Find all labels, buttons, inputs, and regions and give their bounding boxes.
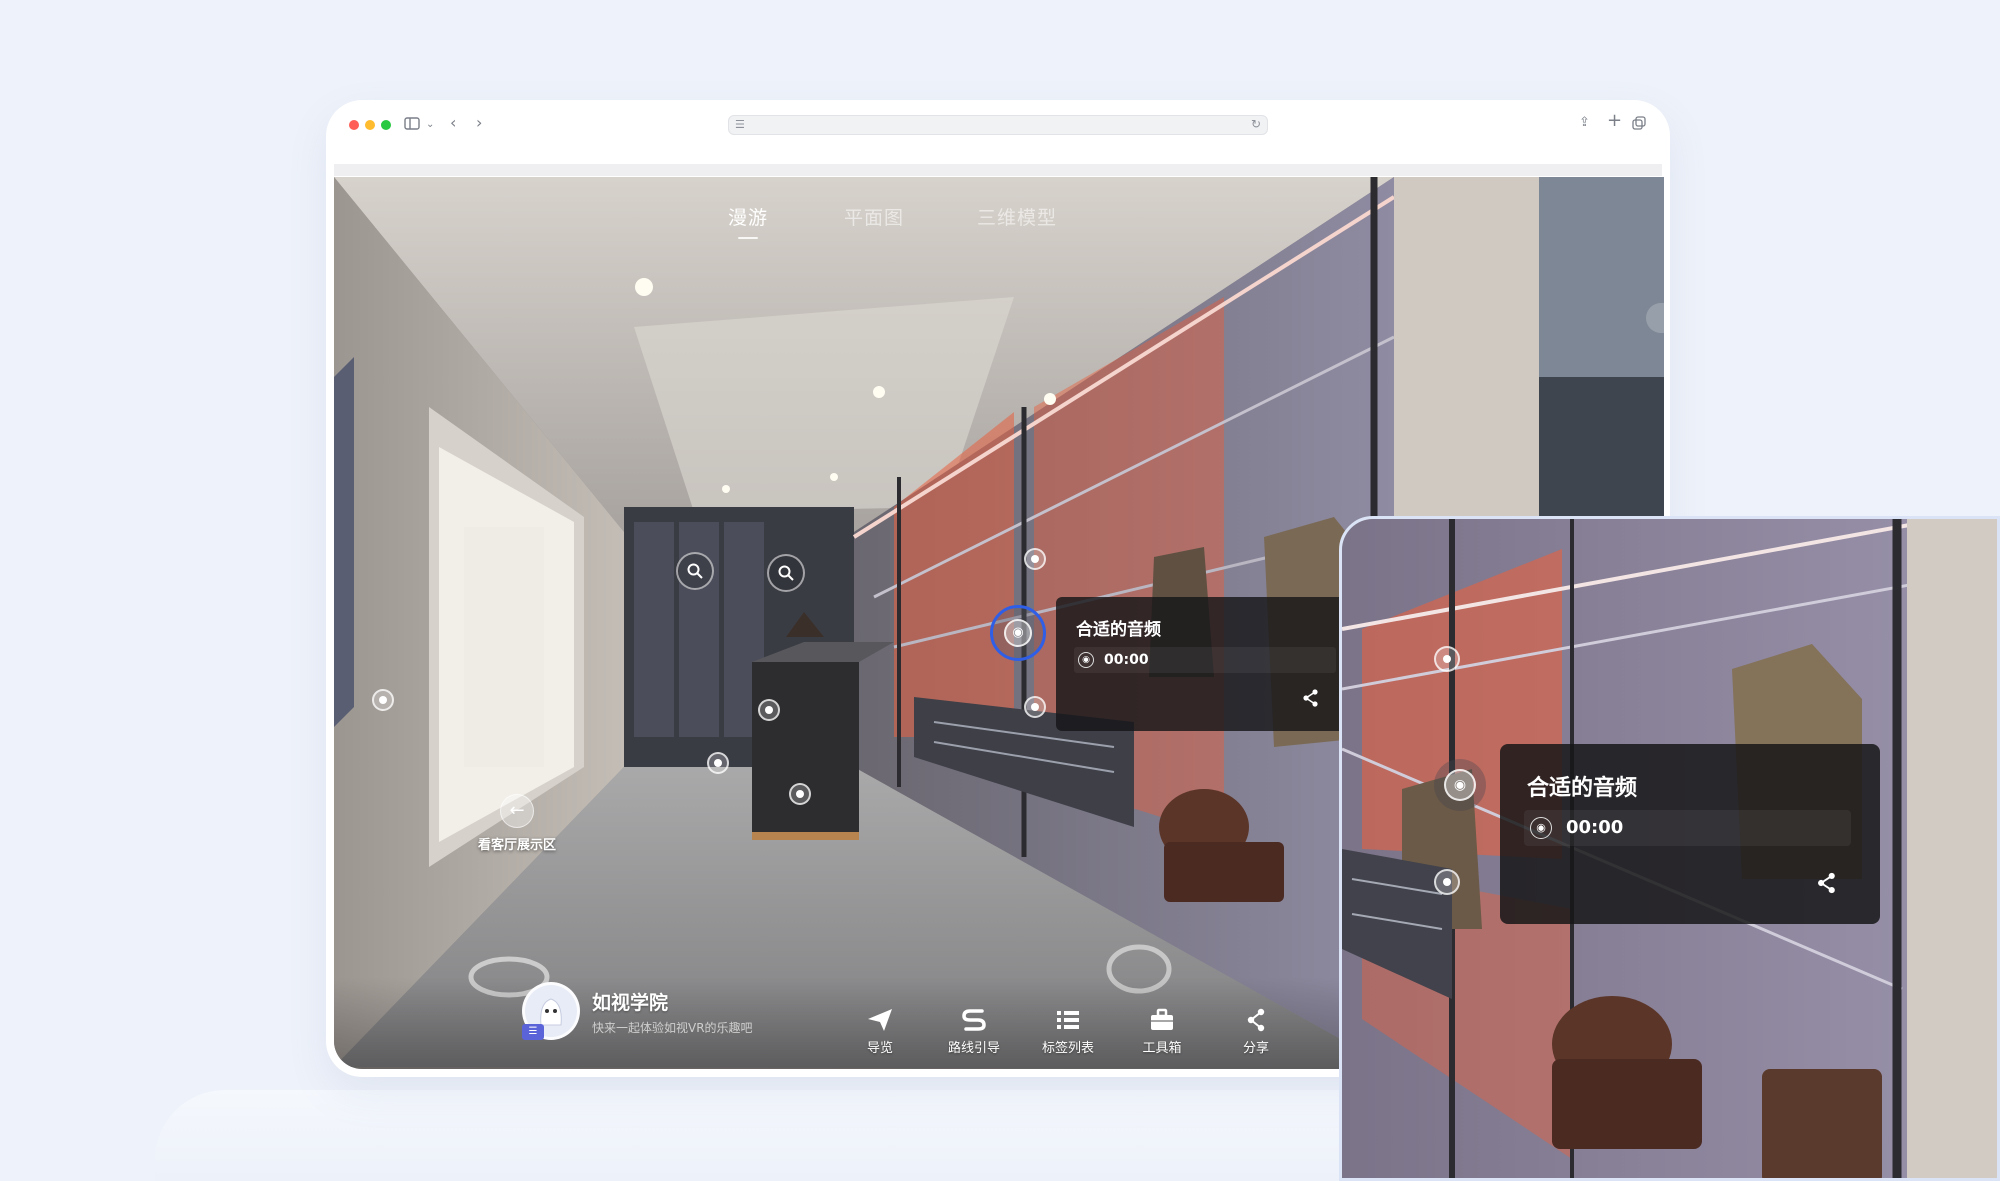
speaker-icon: ◉ (1004, 619, 1032, 647)
share-page-icon[interactable]: ⇪ (1579, 115, 1590, 131)
nav-share-label: 分享 (1242, 1041, 1269, 1056)
nav-tag-list-label: 标签列表 (1041, 1041, 1094, 1056)
window-controls (349, 120, 391, 130)
brand-slogan: 快来一起体验如视VR的乐趣吧 (592, 1021, 753, 1035)
tab-3d-model[interactable]: 三维模型 (977, 203, 1057, 230)
hotspot-dot[interactable] (758, 699, 780, 721)
zoom-detail-inset: ◉ 合适的音频 ◉ 00:00 (1339, 516, 2000, 1181)
sidebar-toggle-icon[interactable] (404, 117, 420, 133)
share-icon[interactable] (1300, 687, 1322, 709)
menu-badge-icon[interactable]: ☰ (522, 1024, 544, 1040)
maximize-window-button[interactable] (381, 120, 391, 130)
address-bar[interactable]: ☰ ↻ (728, 115, 1268, 135)
back-to-living-room-hotspot[interactable]: ← 看客厅展示区 (462, 794, 572, 853)
share-icon[interactable] (1814, 870, 1840, 896)
speaker-icon[interactable]: ◉ (1530, 817, 1552, 839)
tab-overview-icon[interactable] (1632, 116, 1646, 133)
reload-icon[interactable]: ↻ (1251, 117, 1261, 131)
speaker-icon: ◉ (1444, 769, 1476, 801)
audio-hotspot-button[interactable]: ◉ (990, 605, 1046, 661)
nav-tag-list-button[interactable]: 标签列表 (1028, 1007, 1108, 1056)
back-icon[interactable]: ‹ (450, 115, 456, 131)
audio-hotspot-button[interactable]: ◉ (1434, 759, 1486, 811)
view-mode-tabs: 漫游 平面图 三维模型 (334, 203, 1664, 243)
audio-time: 00:00 (1104, 652, 1149, 668)
close-window-button[interactable] (349, 120, 359, 130)
nav-share-button[interactable]: 分享 (1216, 1007, 1296, 1056)
magnify-hotspot-button[interactable] (767, 554, 805, 592)
nav-route-label: 路线引导 (947, 1041, 1000, 1056)
nav-guide-label: 导览 (866, 1041, 893, 1056)
audio-popup-zoomed: 合适的音频 ◉ 00:00 (1500, 744, 1880, 924)
share-icon (1247, 1008, 1265, 1032)
hotspot-dot[interactable] (372, 689, 394, 711)
search-icon (778, 565, 794, 581)
tab-strip (334, 164, 1662, 176)
arrow-left-icon: ← (500, 794, 534, 828)
page-info-icon: ☰ (735, 118, 745, 131)
new-tab-icon[interactable]: + (1607, 112, 1622, 130)
hotspot-dot[interactable] (1024, 696, 1046, 718)
nav-route-button[interactable]: 路线引导 (934, 1007, 1014, 1056)
tab-roam[interactable]: 漫游 (728, 203, 768, 239)
chevron-down-icon[interactable]: ⌄ (426, 117, 434, 133)
audio-time: 00:00 (1566, 817, 1624, 838)
brand-block[interactable]: ☰ 如视学院 快来一起体验如视VR的乐趣吧 (522, 982, 782, 1046)
list-icon (1057, 1011, 1079, 1029)
audio-title: 合适的音频 (1076, 620, 1161, 640)
hotspot-dot[interactable] (1434, 869, 1460, 895)
search-icon (687, 563, 703, 579)
forward-icon[interactable]: › (476, 115, 482, 131)
speaker-icon[interactable]: ◉ (1078, 652, 1094, 668)
brand-name: 如视学院 (592, 992, 669, 1014)
audio-popup: 合适的音频 ◉ 00:00 (1056, 597, 1366, 731)
hotspot-dot[interactable] (707, 752, 729, 774)
audio-title: 合适的音频 (1527, 776, 1638, 801)
audio-player[interactable]: ◉ 00:00 (1524, 810, 1851, 846)
nav-guide-button[interactable]: 导览 (840, 1007, 920, 1056)
paper-plane-icon (868, 1009, 892, 1031)
minimize-window-button[interactable] (365, 120, 375, 130)
magnify-hotspot-button[interactable] (676, 552, 714, 590)
audio-player[interactable]: ◉ 00:00 (1074, 647, 1336, 673)
browser-toolbar: ⌄ ‹ › ☰ ↻ ⇪ + (326, 100, 1670, 150)
hotspot-dot[interactable] (1434, 646, 1460, 672)
nav-toolbox-label: 工具箱 (1142, 1041, 1182, 1056)
toolbox-icon (1151, 1008, 1173, 1030)
tab-floorplan[interactable]: 平面图 (844, 203, 904, 230)
hotspot-dot[interactable] (1024, 548, 1046, 570)
hotspot-label: 看客厅展示区 (477, 838, 556, 853)
hotspot-dot[interactable] (789, 783, 811, 805)
nav-toolbox-button[interactable]: 工具箱 (1122, 1007, 1202, 1056)
route-icon (962, 1009, 986, 1031)
